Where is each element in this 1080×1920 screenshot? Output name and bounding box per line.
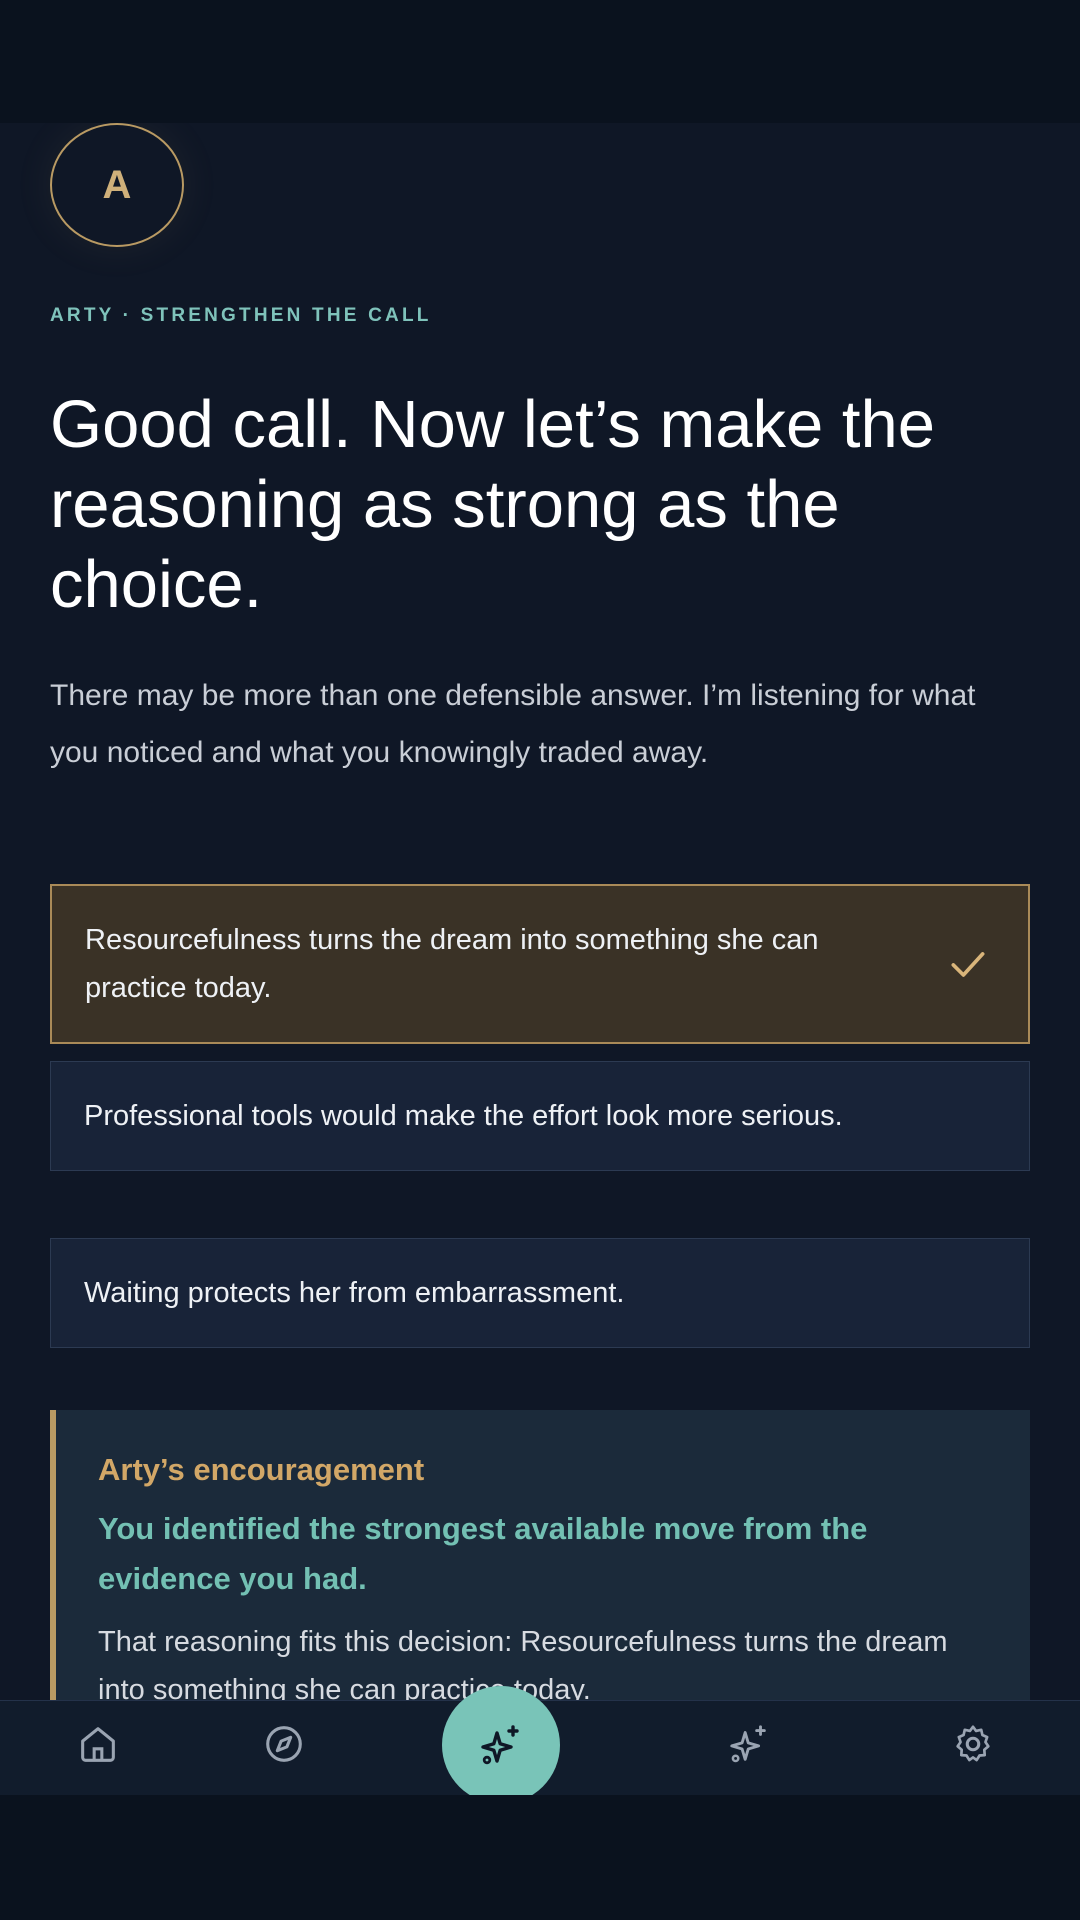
- gear-icon: [956, 1725, 990, 1762]
- compass-icon: [266, 1726, 302, 1762]
- section-eyebrow: ARTY · STRENGTHEN THE CALL: [50, 305, 432, 326]
- avatar-letter: A: [102, 162, 132, 207]
- arty-avatar: A: [50, 123, 184, 247]
- nav-sparkle[interactable]: [726, 1721, 772, 1767]
- encouragement-title: You identified the strongest available m…: [98, 1511, 868, 1596]
- nav-home[interactable]: [75, 1721, 121, 1767]
- system-bar-area: [0, 1795, 1080, 1920]
- option-resourcefulness[interactable]: Resourcefulness turns the dream into som…: [50, 884, 1030, 1044]
- check-icon: [951, 952, 985, 977]
- nav-settings[interactable]: [950, 1721, 996, 1767]
- sparkle-icon: [481, 1725, 519, 1765]
- option-label: Resourcefulness turns the dream into som…: [85, 924, 819, 1004]
- encouragement-label: Arty’s encouragement: [98, 1452, 425, 1487]
- option-label: Waiting protects her from embarrassment.: [84, 1277, 625, 1309]
- status-bar-area: [0, 0, 1080, 123]
- option-waiting[interactable]: Waiting protects her from embarrassment.: [50, 1238, 1030, 1348]
- option-professional-tools[interactable]: Professional tools would make the effort…: [50, 1061, 1030, 1171]
- app-screen: A ARTY · STRENGTHEN THE CALL Good call. …: [0, 123, 1080, 1795]
- option-label: Professional tools would make the effort…: [84, 1100, 843, 1132]
- intro-text: There may be more than one defensible an…: [50, 679, 976, 769]
- home-icon: [81, 1727, 115, 1762]
- sparkle-icon: [730, 1725, 766, 1763]
- page-title: Good call. Now let’s make the reasoning …: [50, 387, 936, 622]
- nav-arty-active[interactable]: [442, 1686, 560, 1795]
- nav-explore[interactable]: [261, 1721, 307, 1767]
